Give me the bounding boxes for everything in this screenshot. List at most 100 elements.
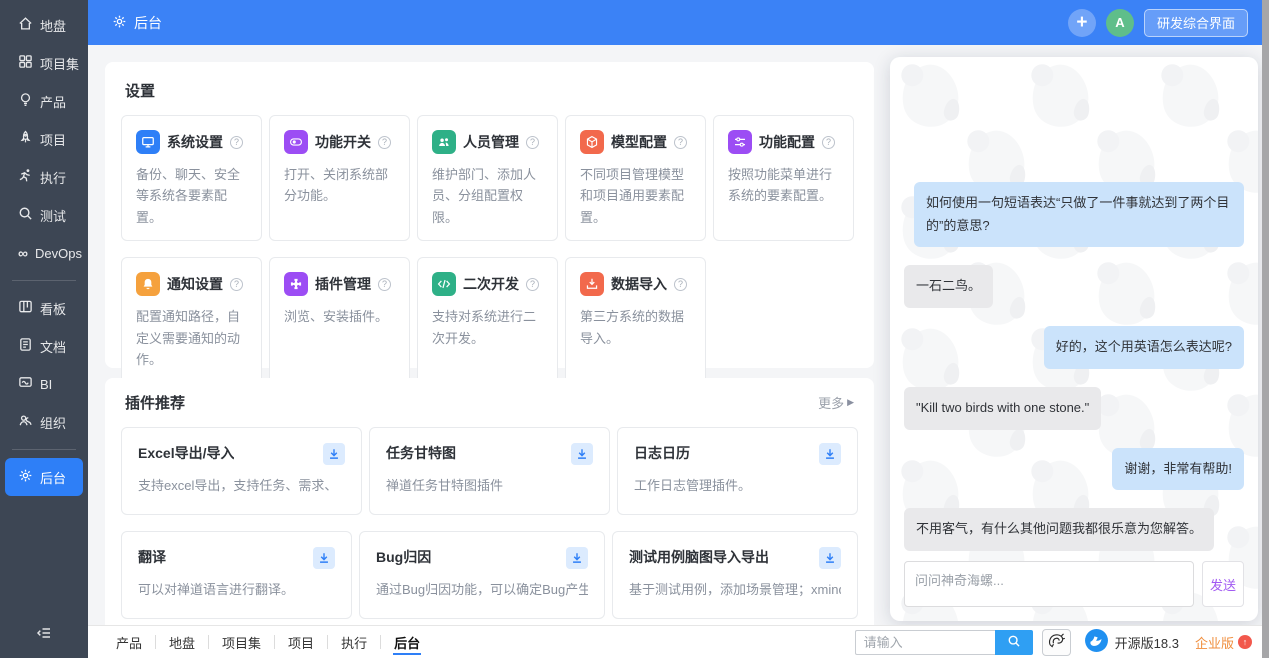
settings-panel: 设置 系统设置 ? 备份、聊天、安全等系统各要素配置。 功能开关 ? 打开、关闭… (105, 62, 874, 384)
download-icon[interactable] (313, 547, 335, 569)
topbar: 后台 + A 研发综合界面 (88, 0, 1262, 45)
help-icon[interactable]: ? (822, 135, 835, 149)
chat-message-bot: 不用客气，有什么其他问题我都很乐意为您解答。 (904, 508, 1215, 551)
tab-houtai[interactable]: 后台 (381, 626, 433, 658)
brand: 开源版18.3 (1084, 628, 1179, 656)
magic-conch-button[interactable] (1041, 628, 1071, 656)
sidebar-item-ceshi[interactable]: 测试 (5, 196, 83, 234)
plugin-card-testcase-mindmap[interactable]: 测试用例脑图导入导出 基于测试用例，添加场景管理；xmind 导 (612, 531, 858, 619)
sidebar-item-wendang[interactable]: 文档 (5, 327, 83, 365)
chat-messages: 如何使用一句短语表达“只做了一件事就达到了两个目的”的意思? 一石二鸟。 好的，… (890, 57, 1258, 561)
search-input[interactable] (854, 629, 995, 655)
plugin-card-translate[interactable]: 翻译 可以对禅道语言进行翻译。 (121, 531, 352, 619)
settings-card-desc: 打开、关闭系统部分功能。 (284, 167, 389, 204)
bi-chart-icon (18, 375, 33, 393)
collapse-sidebar-icon (36, 625, 52, 646)
sidebar-item-label: DevOps (34, 245, 82, 261)
plugin-card-bug-attribution[interactable]: Bug归因 通过Bug归因功能，可以确定Bug产生的 (359, 531, 605, 619)
add-button[interactable]: + (1067, 8, 1096, 37)
sidebar-item-label: 后台 (40, 470, 67, 486)
tab-chanpin[interactable]: 产品 (103, 626, 155, 658)
team-icon (432, 130, 456, 154)
help-icon[interactable]: ? (378, 277, 391, 291)
sidebar-item-label: 文档 (40, 339, 67, 355)
settings-card-notification[interactable]: 通知设置 ? 配置通知路径，自定义需要通知的动作。 (121, 257, 262, 384)
sidebar-item-chanpin[interactable]: 产品 (5, 82, 83, 120)
help-icon[interactable]: ? (674, 277, 687, 291)
collapse-sidebar-button[interactable] (0, 620, 88, 650)
page-title: 后台 (112, 13, 162, 33)
settings-card-desc: 按照功能菜单进行系统的要素配置。 (728, 167, 833, 204)
settings-card-plugins[interactable]: 插件管理 ? 浏览、安装插件。 (269, 257, 410, 384)
version-label: 开源版18.3 (1114, 635, 1179, 651)
download-icon[interactable] (323, 443, 345, 465)
monitor-icon (136, 130, 160, 154)
tab-xiangmu[interactable]: 项目 (275, 626, 327, 658)
upgrade-link[interactable]: 企业版 ↑ (1195, 633, 1252, 652)
help-icon[interactable]: ? (230, 277, 243, 291)
chat-message-user: 好的，这个用英语怎么表达呢? (1043, 326, 1244, 369)
help-icon[interactable]: ? (230, 135, 243, 149)
send-button[interactable]: 发送 (1202, 561, 1244, 607)
sidebar-divider (12, 280, 76, 281)
avatar-letter: A (1115, 15, 1125, 30)
download-icon[interactable] (571, 443, 593, 465)
sidebar-item-houtai[interactable]: 后台 (5, 458, 83, 496)
avatar[interactable]: A (1105, 8, 1134, 37)
download-icon[interactable] (819, 443, 841, 465)
bell-icon (136, 272, 160, 297)
puzzle-icon (284, 272, 308, 297)
sidebar-item-xiangmu[interactable]: 项目 (5, 120, 83, 158)
sidebar-item-devops[interactable]: ∞ DevOps (5, 234, 83, 272)
plus-icon: + (1076, 11, 1088, 33)
workspace-switch-button[interactable]: 研发综合界面 (1143, 8, 1248, 37)
plugin-card-desc: 支持excel导出，支持任务、需求、 (138, 478, 338, 493)
runner-icon (18, 168, 33, 186)
tab-xiangmuji[interactable]: 项目集 (209, 626, 274, 658)
chat-message-user: 谢谢，非常有帮助! (1112, 447, 1244, 491)
sidebar-item-kanban[interactable]: 看板 (5, 289, 83, 327)
help-icon[interactable]: ? (526, 277, 539, 291)
kanban-icon (18, 299, 33, 317)
sidebar-item-dipan[interactable]: 地盘 (5, 6, 83, 44)
page-title-text: 后台 (134, 14, 162, 31)
help-icon[interactable]: ? (526, 135, 539, 149)
settings-card-dev[interactable]: 二次开发 ? 支持对系统进行二次开发。 (417, 257, 558, 384)
settings-card-feature-switch[interactable]: 功能开关 ? 打开、关闭系统部分功能。 (269, 115, 410, 242)
download-icon[interactable] (819, 547, 841, 569)
tab-zhixing[interactable]: 执行 (328, 626, 380, 658)
settings-card-import[interactable]: 数据导入 ? 第三方系统的数据导入。 (565, 257, 706, 384)
gear-icon (18, 468, 33, 486)
help-icon[interactable]: ? (674, 135, 687, 149)
download-icon[interactable] (566, 547, 588, 569)
settings-card-feature-config[interactable]: 功能配置 ? 按照功能菜单进行系统的要素配置。 (713, 115, 854, 242)
plugin-card-log-calendar[interactable]: 日志日历 工作日志管理插件。 (617, 427, 858, 515)
settings-card-staff[interactable]: 人员管理 ? 维护部门、添加人员、分组配置权限。 (417, 115, 558, 242)
people-icon (18, 413, 33, 431)
search-button[interactable] (994, 629, 1033, 655)
settings-title: 设置 (125, 83, 156, 100)
settings-card-desc: 不同项目管理模型和项目通用要素配置。 (580, 167, 685, 225)
plugin-card-excel[interactable]: Excel导出/导入 支持excel导出，支持任务、需求、 (121, 427, 362, 515)
sidebar-item-zhixing[interactable]: 执行 (5, 158, 83, 196)
sidebar-item-bi[interactable]: BI (5, 365, 83, 403)
settings-card-system[interactable]: 系统设置 ? 备份、聊天、安全等系统各要素配置。 (121, 115, 262, 242)
more-plugins-link[interactable]: 更多 ▶ (818, 393, 854, 412)
chat-message-bot: "Kill two birds with one stone." (904, 386, 1102, 430)
plugin-recommend-panel: 插件推荐 更多 ▶ Excel导出/导入 支持excel导出，支持任务、需求、 任… (105, 378, 874, 625)
help-icon[interactable]: ? (378, 135, 391, 149)
rocket-icon (18, 130, 33, 148)
scrollbar-thumb[interactable] (1262, 0, 1269, 658)
magnifier-icon (18, 206, 33, 224)
tab-dipan[interactable]: 地盘 (156, 626, 208, 658)
search-icon (1007, 634, 1021, 651)
cube-icon (580, 130, 604, 154)
sidebar-item-xiangmuji[interactable]: 项目集 (5, 44, 83, 82)
plugins-title: 插件推荐 (125, 395, 186, 412)
sidebar-item-zuzhi[interactable]: 组织 (5, 403, 83, 441)
page-scrollbar[interactable] (1262, 0, 1269, 658)
settings-card-desc: 维护部门、添加人员、分组配置权限。 (432, 167, 537, 225)
chat-input[interactable] (904, 561, 1194, 607)
settings-card-model[interactable]: 模型配置 ? 不同项目管理模型和项目通用要素配置。 (565, 115, 706, 242)
plugin-card-gantt[interactable]: 任务甘特图 禅道任务甘特图插件 (369, 427, 610, 515)
